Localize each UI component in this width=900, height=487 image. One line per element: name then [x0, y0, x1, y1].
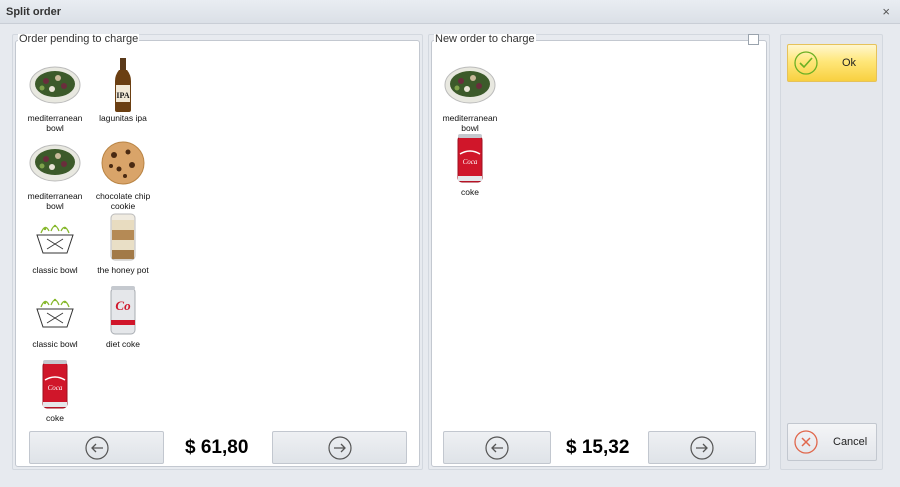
order-item[interactable]: mediterranean bowl	[436, 57, 504, 133]
item-label: mediterranean bowl	[442, 113, 498, 133]
cookie-icon	[89, 135, 157, 191]
arrow-right-icon	[327, 435, 352, 460]
check-circle-icon	[794, 51, 818, 75]
pending-order-panel: Order pending to charge mediterranean bo…	[12, 34, 423, 470]
order-item[interactable]: classic bowl	[21, 209, 89, 275]
item-label: coke	[461, 187, 479, 197]
move-left-button[interactable]	[443, 431, 551, 464]
order-item[interactable]: mediterranean bowl	[21, 57, 89, 133]
arrow-right-icon	[690, 435, 714, 460]
item-label: classic bowl	[32, 339, 78, 349]
move-right-button[interactable]	[272, 431, 407, 464]
jar-icon	[89, 209, 157, 265]
cancel-label: Cancel	[833, 436, 868, 448]
close-circle-icon	[794, 430, 818, 454]
svg-text:Co: Co	[115, 298, 131, 313]
pending-order-total: $ 61,80	[185, 437, 249, 458]
select-all-checkbox[interactable]	[748, 34, 759, 45]
beer-bottle-icon: IPA	[89, 57, 157, 113]
window-title: Split order	[6, 6, 62, 18]
svg-text:IPA: IPA	[116, 91, 129, 100]
bowl-salad-icon	[21, 57, 89, 113]
diet-coke-can-icon: Co	[89, 283, 157, 339]
item-label: chocolate chip cookie	[95, 191, 151, 211]
move-right-button[interactable]	[648, 431, 756, 464]
svg-text:Coca: Coca	[463, 158, 478, 166]
item-label: mediterranean bowl	[27, 113, 83, 133]
svg-text:Coca: Coca	[48, 384, 63, 392]
item-label: mediterranean bowl	[27, 191, 83, 211]
item-label: classic bowl	[32, 265, 78, 275]
item-label: lagunitas ipa	[99, 113, 147, 123]
order-item[interactable]: chocolate chip cookie	[89, 135, 157, 211]
bowl-salad-icon	[21, 135, 89, 191]
item-label: diet coke	[105, 339, 141, 349]
ok-label: Ok	[842, 57, 857, 69]
bowl-outline-icon	[21, 209, 89, 265]
bowl-salad-icon	[436, 57, 504, 113]
coke-can-icon: Coca	[21, 357, 89, 413]
bowl-outline-icon	[21, 283, 89, 339]
arrow-left-icon	[84, 435, 109, 460]
action-panel: Ok Cancel	[780, 34, 883, 470]
item-label: the honey pot	[97, 265, 149, 275]
order-item[interactable]: IPA lagunitas ipa	[89, 57, 157, 123]
coke-can-icon: Coca	[436, 131, 504, 187]
new-order-legend: New order to charge	[434, 33, 536, 45]
item-label: coke	[46, 413, 64, 423]
move-left-button[interactable]	[29, 431, 164, 464]
order-item[interactable]: classic bowl	[21, 283, 89, 349]
title-bar: Split order ×	[0, 0, 900, 24]
order-item[interactable]: Coca coke	[21, 357, 89, 423]
close-icon[interactable]: ×	[882, 4, 890, 19]
new-order-total: $ 15,32	[566, 437, 630, 458]
order-item[interactable]: the honey pot	[89, 209, 157, 275]
order-item[interactable]: Co diet coke	[89, 283, 157, 349]
order-item[interactable]: mediterranean bowl	[21, 135, 89, 211]
pending-order-legend: Order pending to charge	[18, 33, 140, 45]
order-item[interactable]: Coca coke	[436, 131, 504, 197]
cancel-button[interactable]: Cancel	[787, 423, 877, 461]
new-order-panel: New order to charge mediterranean bowl C…	[428, 34, 770, 470]
arrow-left-icon	[485, 435, 509, 460]
ok-button[interactable]: Ok	[787, 44, 877, 82]
